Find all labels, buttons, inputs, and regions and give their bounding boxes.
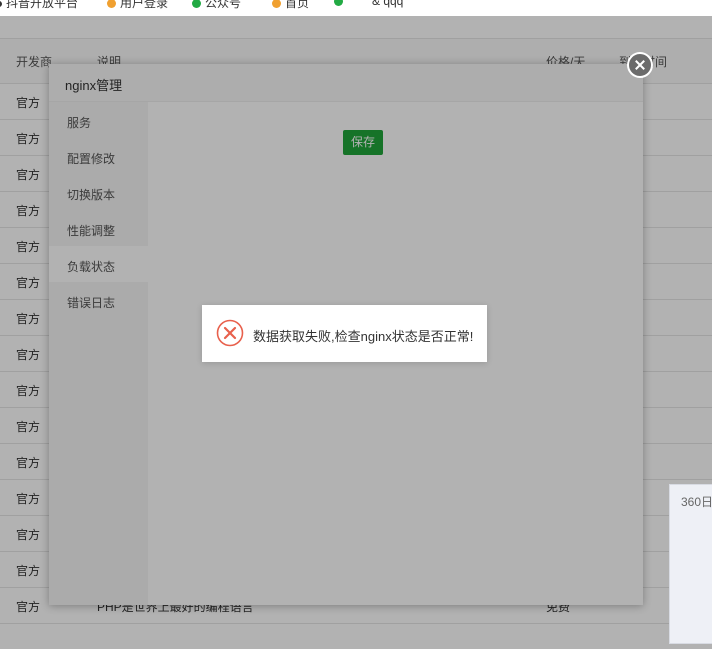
bookmarks-bar: 抖音开放平台 用户登录 公众号 首页 & qqq	[0, 0, 712, 16]
bookmark-favicon-icon	[272, 0, 281, 9]
popup-text: 360日	[681, 495, 712, 509]
bookmark-item[interactable]: 抖音开放平台	[0, 0, 78, 11]
toast-message: 数据获取失败,检查nginx状态是否正常!	[253, 329, 474, 344]
close-icon[interactable]	[627, 52, 653, 78]
side-popup[interactable]: 360日	[669, 484, 712, 644]
bookmark-item[interactable]: 用户登录	[107, 0, 168, 11]
error-toast: 数据获取失败,检查nginx状态是否正常!	[202, 305, 487, 362]
bookmark-favicon-icon	[334, 0, 343, 7]
bookmark-favicon-icon	[192, 0, 201, 9]
error-circle-icon	[216, 319, 244, 347]
bookmark-favicon-icon	[0, 0, 2, 7]
bookmark-item[interactable]: & qqq	[372, 0, 403, 8]
bookmark-item[interactable]: 公众号	[192, 0, 241, 11]
bookmark-item[interactable]	[334, 0, 347, 8]
bookmark-item[interactable]: 首页	[272, 0, 309, 11]
bookmark-favicon-icon	[107, 0, 116, 9]
